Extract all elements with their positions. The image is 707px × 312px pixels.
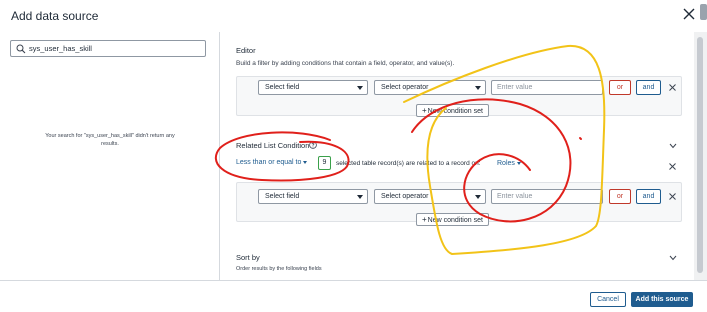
count-input[interactable]: 9 xyxy=(318,156,331,170)
chevron-down-icon xyxy=(475,195,481,199)
plus-icon: + xyxy=(422,215,427,224)
new-condition-set-label: New condition set xyxy=(427,108,483,115)
related-list-title: Related List Condition xyxy=(236,141,310,150)
remove-icon[interactable] xyxy=(669,84,676,91)
field-select[interactable]: Select field xyxy=(258,80,368,95)
sort-title: Sort by xyxy=(236,253,260,262)
related-operator-select-label: Select operator xyxy=(381,193,429,200)
related-table-label: Roles xyxy=(497,160,515,167)
source-search-pane: Your search for "sys_user_has_skill" did… xyxy=(0,32,220,280)
search-box[interactable] xyxy=(10,40,206,57)
help-icon[interactable] xyxy=(309,141,317,149)
remove-icon[interactable] xyxy=(669,193,676,200)
filter-editor-pane xyxy=(221,32,694,280)
chevron-down-icon xyxy=(357,86,363,90)
add-source-button[interactable]: Add this source xyxy=(631,292,693,307)
no-results-message: Your search for "sys_user_has_skill" did… xyxy=(45,133,175,147)
page-scrollbar[interactable] xyxy=(700,4,707,20)
and-button[interactable]: and xyxy=(636,80,661,95)
quantifier-label: Less than or equal to xyxy=(236,159,302,166)
chevron-down-icon xyxy=(516,161,521,165)
new-condition-set-button[interactable]: +New condition set xyxy=(416,104,489,117)
chevron-down-icon[interactable] xyxy=(669,143,677,149)
plus-icon: + xyxy=(422,106,427,115)
search-input[interactable] xyxy=(29,42,203,55)
editor-title: Editor xyxy=(236,46,256,55)
related-and-button[interactable]: and xyxy=(636,189,661,204)
dialog-header: Add data source xyxy=(0,0,707,32)
chevron-down-icon xyxy=(357,195,363,199)
related-or-button[interactable]: or xyxy=(609,189,631,204)
quantifier-dropdown[interactable]: Less than or equal to xyxy=(236,159,308,166)
search-icon xyxy=(16,44,26,54)
chevron-down-icon xyxy=(303,160,308,164)
dialog-title: Add data source xyxy=(11,9,99,23)
or-button[interactable]: or xyxy=(609,80,631,95)
editor-subtitle: Build a filter by adding conditions that… xyxy=(236,60,455,67)
related-sentence: selected table record(s) are related to … xyxy=(336,160,481,167)
related-operator-select[interactable]: Select operator xyxy=(374,189,486,204)
close-icon[interactable] xyxy=(683,8,695,20)
operator-select-label: Select operator xyxy=(381,84,429,91)
value-input[interactable]: Enter value xyxy=(491,80,603,95)
related-value-input[interactable]: Enter value xyxy=(491,189,603,204)
operator-select[interactable]: Select operator xyxy=(374,80,486,95)
related-new-condition-set-button[interactable]: +New condition set xyxy=(416,213,489,226)
chevron-down-icon xyxy=(475,86,481,90)
related-field-select[interactable]: Select field xyxy=(258,189,368,204)
chevron-down-icon[interactable] xyxy=(669,255,677,261)
remove-icon[interactable] xyxy=(669,163,676,170)
sort-subtitle: Order results by the following fields xyxy=(236,266,322,272)
related-new-condition-set-label: New condition set xyxy=(427,217,483,224)
field-select-label: Select field xyxy=(265,84,300,91)
cancel-button[interactable]: Cancel xyxy=(590,292,626,307)
editor-scrollbar-thumb[interactable] xyxy=(697,37,703,273)
related-table-dropdown[interactable]: Roles xyxy=(497,160,521,167)
related-field-select-label: Select field xyxy=(265,193,300,200)
